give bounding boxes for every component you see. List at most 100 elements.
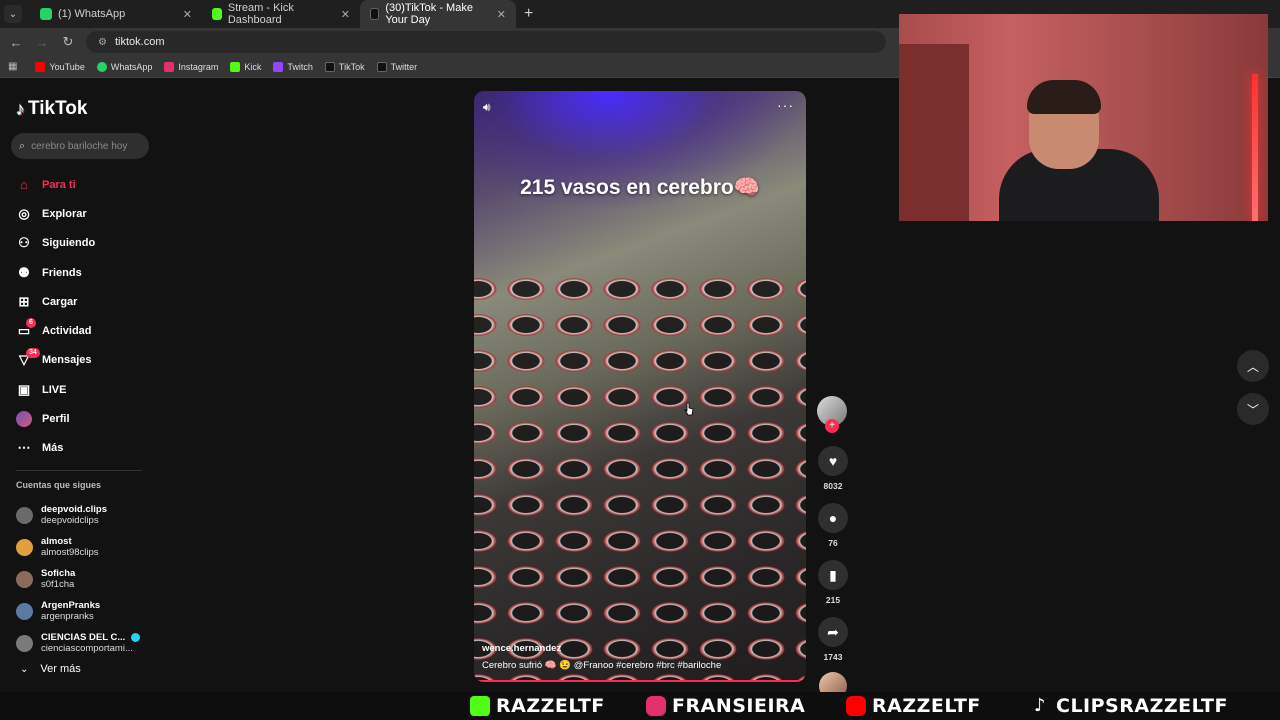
url-field[interactable]: ⚙ tiktok.com (86, 31, 886, 53)
following-item[interactable]: Soficha s0f1cha (16, 563, 140, 595)
apps-grid-icon[interactable]: ▦ (8, 61, 17, 72)
tiktok-note-icon: ♪ (16, 98, 25, 119)
tab-tiktok[interactable]: (30)TikTok - Make Your Day ✕ (360, 0, 516, 28)
chevron-down-icon: ﹀ (1246, 402, 1259, 417)
bookmark-twitch[interactable]: Twitch (273, 61, 313, 72)
close-icon[interactable]: ✕ (171, 8, 192, 21)
kick-icon (230, 61, 241, 72)
comment-count: 76 (828, 538, 838, 548)
tiktok-icon (324, 61, 335, 72)
instagram-icon (164, 61, 175, 72)
close-icon[interactable]: ✕ (329, 8, 350, 21)
social-kick: RAZZELTF (470, 695, 605, 717)
share-count: 1743 (823, 652, 843, 662)
comment-icon: ● (818, 503, 848, 533)
sidebar-item-mensajes[interactable]: ▽ 34 Mensajes (16, 346, 95, 375)
sidebar-item-para-ti[interactable]: ⌂ Para ti (16, 170, 95, 199)
heart-icon: ♥ (818, 446, 848, 476)
video-description: Cerebro sufrió 🧠 😉 @Franoo #cerebro #brc… (482, 660, 722, 671)
compass-icon: ◎ (18, 205, 30, 221)
more-options-icon[interactable]: ··· (777, 97, 794, 113)
social-tiktok: ♪ CLIPSRAZZELTF (1030, 695, 1228, 717)
video-username[interactable]: wence.hernandez (482, 643, 561, 654)
bookmark-whatsapp[interactable]: WhatsApp (96, 61, 152, 72)
back-icon[interactable]: ← (6, 35, 26, 50)
volume-icon[interactable]: 🔊︎ (483, 100, 491, 115)
chevron-down-icon: ⌄ (20, 663, 29, 675)
sidebar-item-explorar[interactable]: ◎ Explorar (16, 199, 95, 228)
bookmark-tiktok[interactable]: TikTok (324, 61, 365, 72)
tiktok-sidebar: ♪ TikTok ⌕ cerebro bariloche hoy ⌂ Para t… (0, 80, 160, 692)
profile-avatar (16, 411, 32, 428)
following-icon: ⚇ (18, 235, 30, 251)
bookmark-instagram[interactable]: Instagram (164, 61, 218, 72)
close-icon[interactable]: ✕ (485, 8, 506, 21)
like-button[interactable]: ♥ 8032 (817, 446, 849, 491)
next-video-button[interactable]: ﹀ (1237, 393, 1269, 425)
tab-whatsapp[interactable]: (1) WhatsApp ✕ (30, 0, 202, 28)
video-player[interactable]: 🔊︎ ··· 215 vasos en cerebro🧠 wence.herna… (474, 91, 806, 682)
youtube-icon (846, 696, 866, 716)
sidebar-item-siguiendo[interactable]: ⚇ Siguiendo (16, 229, 95, 258)
webcam-overlay (899, 14, 1268, 221)
share-button[interactable]: ➦ 1743 (817, 617, 849, 662)
verified-icon (131, 633, 141, 642)
like-count: 8032 (823, 481, 843, 491)
share-icon: ➦ (818, 617, 848, 647)
bookmark-twitter[interactable]: Twitter (376, 61, 417, 72)
webcam-door (899, 44, 969, 221)
friends-icon: ⚉ (18, 264, 30, 280)
tiktok-logo[interactable]: ♪ TikTok (16, 98, 87, 120)
more-icon: ⋯ (17, 440, 31, 456)
activity-badge: 6 (26, 318, 36, 329)
sidebar-item-mas[interactable]: ⋯ Más (16, 434, 95, 463)
video-cups-pattern (474, 271, 806, 682)
following-item[interactable]: CIENCIAS DEL C... cienciascomportami... (16, 627, 141, 659)
creator-avatar[interactable]: + (817, 396, 847, 433)
previous-video-button[interactable]: ︿ (1237, 350, 1269, 382)
forward-icon[interactable]: → (32, 35, 52, 50)
twitch-icon (273, 61, 284, 72)
avatar (16, 538, 33, 556)
webcam-led-light (1252, 74, 1258, 221)
sidebar-item-cargar[interactable]: ⊞ Cargar (16, 287, 95, 316)
sidebar-item-live[interactable]: ▣ LIVE (16, 375, 95, 404)
search-icon: ⌕ (19, 139, 26, 152)
bookmark-kick[interactable]: Kick (230, 61, 261, 72)
avatar (16, 602, 33, 620)
upload-icon: ⊞ (18, 293, 30, 309)
kick-icon (470, 696, 490, 716)
bookmark-youtube[interactable]: YouTube (35, 61, 85, 72)
profile-avatar-wrap (16, 411, 32, 428)
video-progress-bar[interactable] (478, 680, 802, 682)
following-title: Cuentas que sigues (16, 480, 102, 490)
reload-icon[interactable]: ↻ (58, 34, 78, 50)
instagram-icon (646, 696, 666, 716)
search-input[interactable]: ⌕ cerebro bariloche hoy (11, 133, 149, 159)
following-item[interactable]: ArgenPranks argenpranks (16, 595, 140, 627)
new-tab-button[interactable]: + (524, 5, 533, 23)
follow-plus-icon[interactable]: + (825, 419, 839, 433)
avatar (16, 634, 33, 652)
following-item[interactable]: almost almost98clips (16, 531, 140, 563)
site-info-icon[interactable]: ⚙ (98, 37, 107, 48)
comment-button[interactable]: ● 76 (817, 503, 849, 548)
tab-kick[interactable]: Stream - Kick Dashboard ✕ (202, 0, 360, 28)
save-button[interactable]: ▮ 215 (817, 560, 849, 605)
tiktok-icon (370, 8, 380, 20)
video-overlay-text: 215 vasos en cerebro🧠 (520, 176, 760, 199)
tiktok-icon: ♪ (1034, 695, 1046, 716)
webcam-person-hair (1027, 80, 1101, 114)
tab-search-icon[interactable]: ⌄ (4, 5, 22, 23)
sidebar-item-perfil[interactable]: Perfil (16, 404, 95, 433)
sidebar-item-friends[interactable]: ⚉ Friends (16, 258, 95, 287)
video-actions: + ♥ 8032 ● 76 ▮ 215 ➦ 1743 (817, 396, 849, 700)
social-instagram: FRANSIEIRA (646, 695, 805, 717)
avatar (16, 570, 33, 588)
following-item[interactable]: deepvoid.clips deepvoidclips (16, 499, 140, 531)
save-count: 215 (825, 595, 841, 605)
sidebar-divider (16, 470, 142, 471)
see-more-button[interactable]: ⌄ Ver más (20, 663, 81, 675)
whatsapp-icon (40, 8, 52, 20)
sidebar-item-actividad[interactable]: ▭ 6 Actividad (16, 316, 95, 345)
